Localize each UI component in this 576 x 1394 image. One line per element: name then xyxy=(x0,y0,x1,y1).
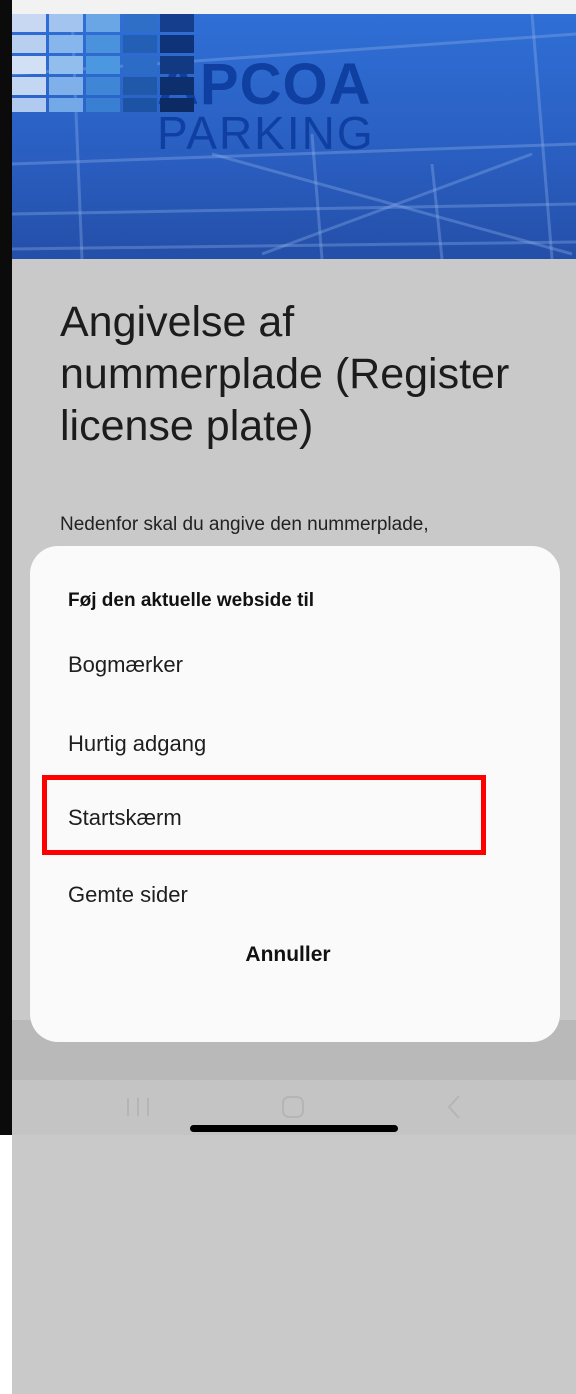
back-icon[interactable] xyxy=(446,1094,462,1120)
sheet-heading: Føj den aktuelle webside til xyxy=(68,590,314,611)
status-strip xyxy=(12,0,576,14)
logo-grid-icon xyxy=(12,14,194,112)
menu-item-bookmarks[interactable]: Bogmærker xyxy=(68,652,183,678)
home-indicator[interactable] xyxy=(190,1125,398,1132)
highlight-box xyxy=(42,775,486,855)
menu-item-quick-access[interactable]: Hurtig adgang xyxy=(68,731,206,757)
header-banner: APCOA PARKING xyxy=(12,14,576,259)
page-description: Nedenfor skal du angive den nummerplade, xyxy=(60,514,429,535)
menu-item-saved-pages[interactable]: Gemte sider xyxy=(68,882,188,908)
logo-wordmark-parking: PARKING xyxy=(157,107,375,159)
home-icon[interactable] xyxy=(282,1096,304,1118)
page-title: Angivelse af nummerplade (Register licen… xyxy=(60,298,510,450)
recent-apps-icon[interactable] xyxy=(125,1096,151,1118)
cancel-button[interactable]: Annuller xyxy=(0,943,576,967)
